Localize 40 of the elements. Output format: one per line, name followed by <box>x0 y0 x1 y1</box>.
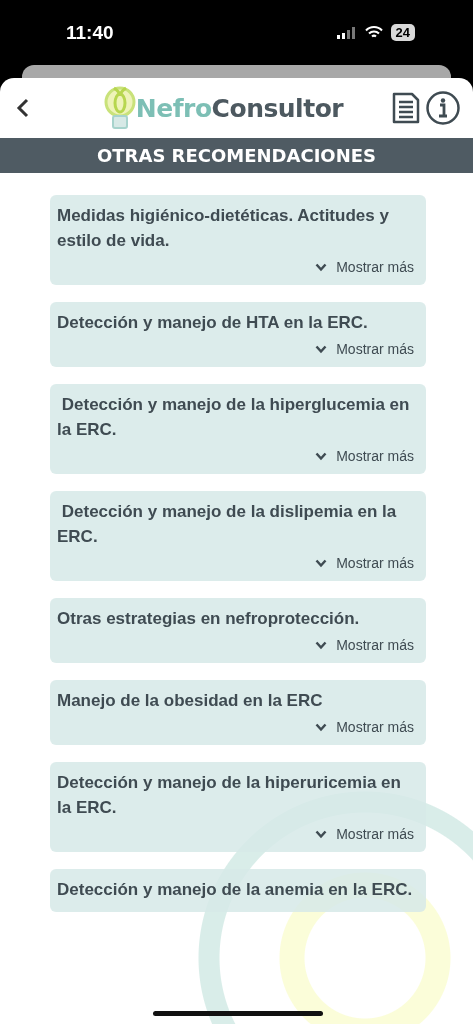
chevron-down-icon <box>315 451 328 461</box>
recommendation-card[interactable]: Medidas higiénico-dietéticas. Actitudes y estilo de vida. Mostrar más <box>50 195 426 285</box>
chevron-down-icon <box>315 344 328 354</box>
recommendation-card[interactable]: Detección y manejo de la hiperglucemia en la ERC. Mostrar más <box>50 384 426 474</box>
logo-text-consultor: Consultor <box>211 93 344 123</box>
card-title: Otras estrategias en nefroprotección. <box>57 608 361 630</box>
chevron-down-icon <box>315 829 328 839</box>
wifi-icon <box>364 26 383 39</box>
show-more-link[interactable]: Mostrar más <box>315 555 414 571</box>
show-more-link[interactable]: Mostrar más <box>315 826 414 842</box>
chevron-down-icon <box>315 558 328 568</box>
recommendation-card[interactable]: Manejo de la obesidad en la ERC Mostrar más <box>50 680 426 745</box>
show-more-link[interactable]: Mostrar más <box>315 448 414 464</box>
card-title: Detección y manejo de HTA en la ERC. <box>57 312 369 334</box>
back-icon[interactable] <box>16 98 30 118</box>
info-icon[interactable] <box>423 88 463 128</box>
lightbulb-logo-icon <box>103 84 136 132</box>
card-title: Detección y manejo de la hiperuricemia en la ERC. <box>57 772 402 819</box>
recommendation-card[interactable]: Otras estrategias en nefroprotección. Mostrar más <box>50 598 426 663</box>
show-more-link[interactable]: Mostrar más <box>315 719 414 735</box>
battery-level: 24 <box>390 24 415 41</box>
section-title: OTRAS RECOMENDACIONES <box>97 145 376 166</box>
card-title: Detección y manejo de la dislipemia en la ERC. <box>57 501 398 548</box>
show-more-link[interactable]: Mostrar más <box>315 341 414 357</box>
show-more-link[interactable]: Mostrar más <box>315 259 414 275</box>
chevron-down-icon <box>315 722 328 732</box>
recommendation-card[interactable]: Detección y manejo de la dislipemia en la ERC. Mostrar más <box>50 491 426 581</box>
card-title: Detección y manejo de la hiperglucemia en la ERC. <box>57 394 411 441</box>
card-title: Medidas higiénico-dietéticas. Actitudes y estilo de vida. <box>57 205 390 252</box>
recommendation-card[interactable]: Detección y manejo de HTA en la ERC. Mostrar más <box>50 302 426 367</box>
chevron-down-icon <box>315 262 328 272</box>
recommendation-card[interactable]: Detección y manejo de la hiperuricemia en la ERC. Mostrar más <box>50 762 426 852</box>
signal-icon <box>336 26 357 39</box>
card-title: Manejo de la obesidad en la ERC <box>57 690 324 712</box>
card-title: Detección y manejo de la anemia en la ERC. <box>57 879 414 901</box>
chevron-down-icon <box>315 640 328 650</box>
logo-text-nefro: Nefro <box>135 93 212 123</box>
status-time: 11:40 <box>66 21 114 44</box>
recommendation-card[interactable]: Detección y manejo de la anemia en la ERC. <box>50 869 426 912</box>
show-more-link[interactable]: Mostrar más <box>315 637 414 653</box>
